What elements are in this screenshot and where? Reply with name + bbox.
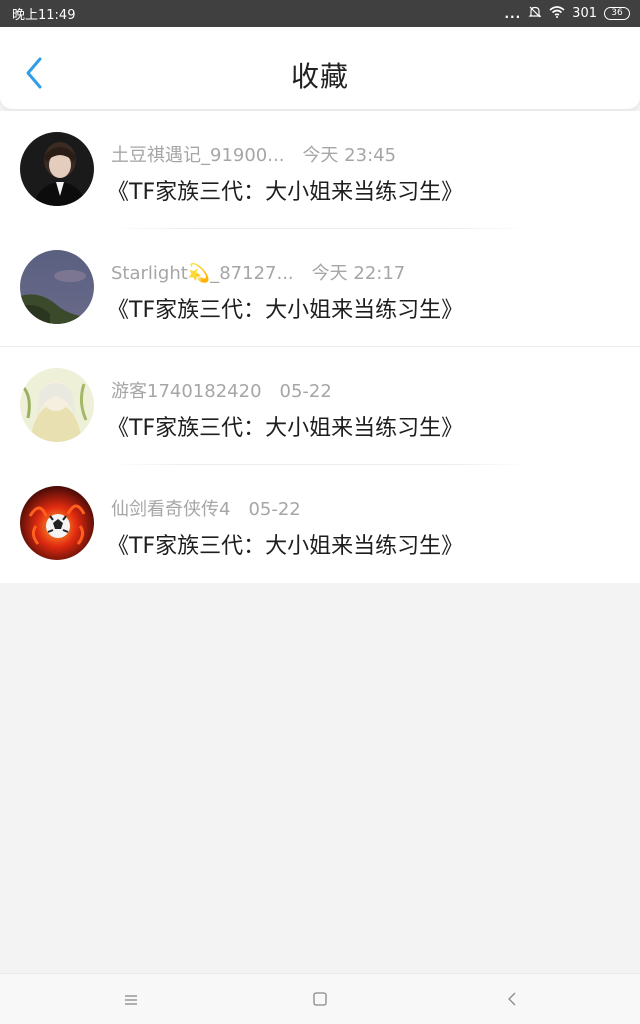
home-button[interactable] [306, 986, 334, 1014]
app-root: 晚上11:49 ... 301 36 收藏 土豆祺遇记_91900... 今天 … [0, 0, 640, 1024]
avatar [20, 132, 94, 206]
page-title: 收藏 [290, 60, 349, 93]
item-time: 今天 22:17 [311, 263, 406, 284]
home-square-icon [313, 991, 327, 1010]
battery-icon: 36 [604, 7, 630, 20]
list-item[interactable]: 游客1740182420 05-22 《TF家族三代：大小姐来当练习生》 [0, 347, 640, 465]
item-user: 土豆祺遇记_91900... [111, 145, 285, 166]
item-time: 05-22 [248, 499, 301, 520]
item-user: Starlight💫_87127... [111, 263, 294, 284]
favorites-list: 土豆祺遇记_91900... 今天 23:45 《TF家族三代：大小姐来当练习生》… [0, 111, 640, 583]
avatar [20, 250, 94, 324]
item-user: 仙剑看奇侠传4 [111, 499, 231, 520]
item-book-title: 《TF家族三代：大小姐来当练习生》 [107, 534, 464, 559]
item-meta: Starlight💫_87127... 今天 22:17 [111, 259, 620, 285]
item-meta: 仙剑看奇侠传4 05-22 [111, 495, 620, 521]
nav-back-icon [507, 991, 517, 1010]
menu-icon [124, 991, 138, 1010]
nav-back-button[interactable] [498, 986, 526, 1014]
item-book-title: 《TF家族三代：大小姐来当练习生》 [107, 180, 464, 205]
item-meta: 土豆祺遇记_91900... 今天 23:45 [111, 141, 620, 167]
avatar [20, 486, 94, 560]
list-item[interactable]: 土豆祺遇记_91900... 今天 23:45 《TF家族三代：大小姐来当练习生》 [0, 111, 640, 229]
wifi-icon [549, 5, 565, 22]
item-book-title: 《TF家族三代：大小姐来当练习生》 [107, 416, 464, 441]
avatar [20, 368, 94, 442]
notification-dots: ... [504, 6, 522, 21]
item-user: 游客1740182420 [111, 381, 262, 402]
mute-bell-icon [528, 5, 542, 23]
item-meta: 游客1740182420 05-22 [111, 377, 620, 403]
battery-level: 36 [611, 8, 623, 18]
item-time: 05-22 [279, 381, 332, 402]
status-icons: ... 301 36 [504, 5, 630, 23]
status-bar: 晚上11:49 ... 301 36 [0, 0, 640, 27]
list-item[interactable]: Starlight💫_87127... 今天 22:17 《TF家族三代：大小姐来… [0, 229, 640, 347]
item-time: 今天 23:45 [302, 145, 397, 166]
menu-button[interactable] [117, 986, 145, 1014]
list-item[interactable]: 仙剑看奇侠传4 05-22 《TF家族三代：大小姐来当练习生》 [0, 465, 640, 583]
system-nav-bar [0, 973, 640, 1024]
header: 收藏 [0, 27, 640, 109]
signal-value: 301 [572, 6, 597, 21]
status-time: 晚上11:49 [12, 8, 76, 23]
item-book-title: 《TF家族三代：大小姐来当练习生》 [107, 298, 464, 323]
